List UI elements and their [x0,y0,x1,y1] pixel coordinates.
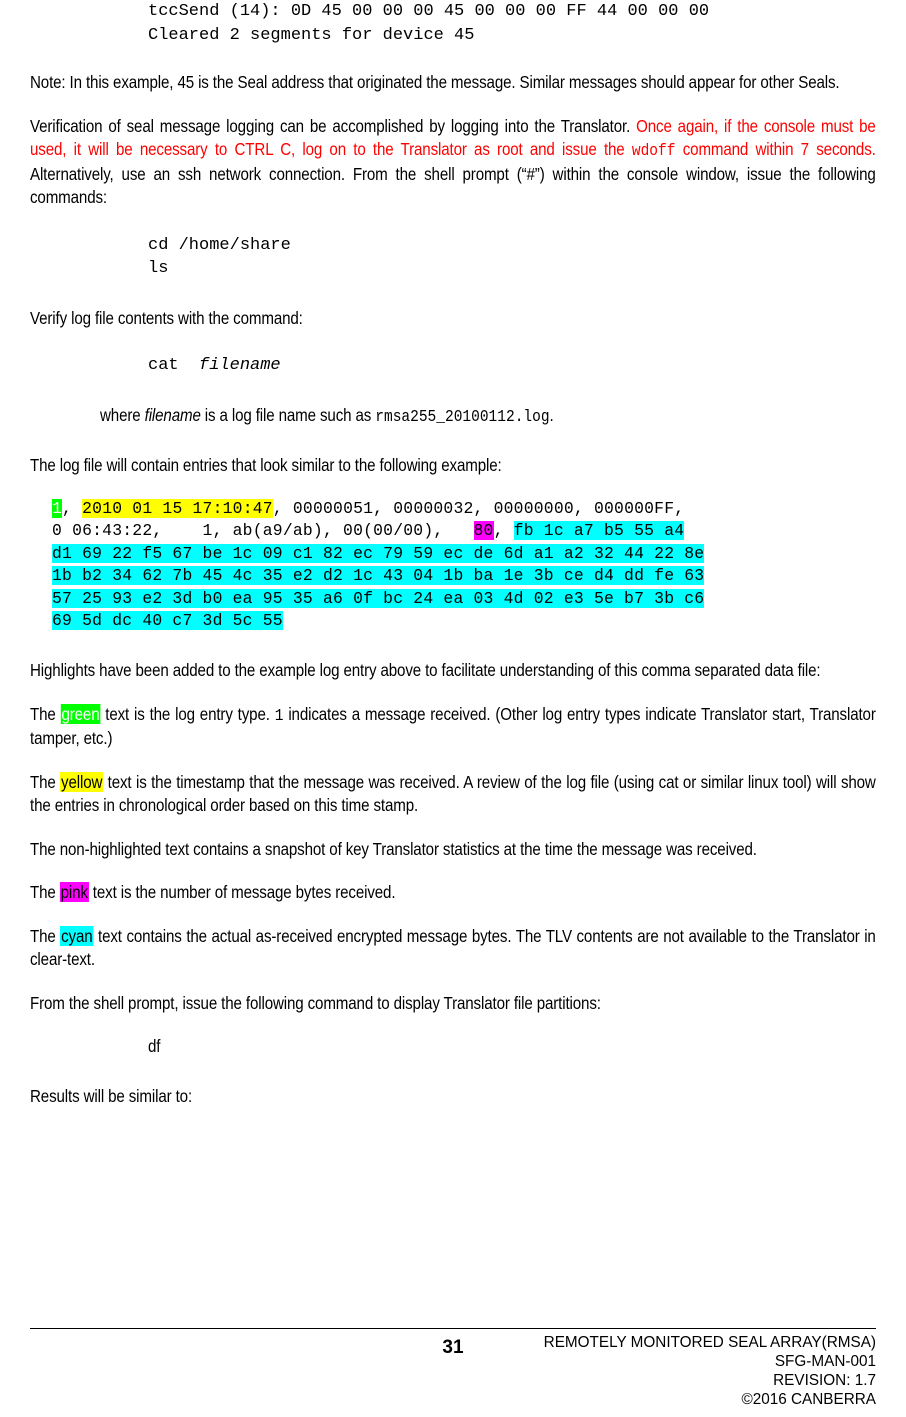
verification-red-text-2: command within 7 seconds. [675,139,876,159]
command-df: df [148,1036,161,1057]
where-pre: where [100,404,145,425]
footer-body: 31 REMOTELY MONITORED SEAL ARRAY(RMSA) S… [30,1333,876,1409]
footer-copyright: ©2016 CANBERRA [741,1391,876,1408]
wdoff-command-inline: wdoff [631,141,676,160]
pink-pre: The [30,882,60,903]
log-sep-2: , [493,521,514,541]
cyan-post: text contains the actual as-received enc… [30,925,876,970]
where-post: . [549,404,554,425]
paragraph-yellow: The yellow text is the timestamp that th… [30,771,876,818]
console-output-block: tccSend (14): 0D 45 00 00 00 45 00 00 00… [30,0,876,47]
paragraph-highlights-intro: Highlights have been added to the exampl… [30,660,821,681]
console-line-cleared: Cleared 2 segments for device 45 [148,25,475,45]
log-line-5: 57 25 93 e2 3d b0 ea 95 35 a6 0f bc 24 e… [52,588,876,611]
log-line-1: 1, 2010 01 15 17:10:47, 00000051, 000000… [52,498,876,521]
green-pre: The [30,703,61,724]
log-entry-type-highlight: 1 [52,498,63,518]
footer-divider [30,1328,876,1329]
pink-post: text is the number of message bytes rece… [88,882,396,903]
document-page: tccSend (14): 0D 45 00 00 00 45 00 00 00… [0,0,906,1417]
log-stats-line2: 0 06:43:22, 1, ab(a9/ab), 00(00/00), [52,521,474,541]
yellow-pre: The [30,771,61,792]
log-hex-line-3: 1b b2 34 62 7b 45 4c 35 e2 d2 1c 43 04 1… [52,566,705,586]
command-cd: cd /home/share [148,235,291,255]
log-line-6: 69 5d dc 40 c7 3d 5c 55 [52,610,876,633]
where-logfile-name: rmsa255_20100112.log [375,406,550,426]
verification-text-1: Verification of seal message logging can… [30,115,637,136]
yellow-keyword-highlight: yellow [60,771,104,792]
paragraph-pink: The pink text is the number of message b… [30,881,876,905]
footer-identification-block: REMOTELY MONITORED SEAL ARRAY(RMSA) SFG-… [544,1333,876,1409]
green-value-one: 1 [274,705,284,725]
log-hex-line-5: 69 5d dc 40 c7 3d 5c 55 [52,611,283,631]
pink-keyword-highlight: pink [59,882,89,903]
paragraph-nonhighlighted: The non-highlighted text contains a snap… [30,838,757,859]
command-block-cat: cat filename [30,354,876,378]
command-ls: ls [148,259,169,278]
verification-text-2: Alternatively, use an ssh network connec… [30,163,876,208]
footer-revision: REVISION: 1.7 [773,1372,876,1389]
command-block-df: df [30,1035,876,1059]
yellow-post: text is the timestamp that the message w… [30,771,876,816]
log-line-2: 0 06:43:22, 1, ab(a9/ab), 00(00/00), 80,… [52,520,876,543]
footer-doc-id: SFG-MAN-001 [774,1353,876,1370]
log-hex-line-2: d1 69 22 f5 67 be 1c 09 c1 82 ec 79 59 e… [52,543,705,563]
log-byte-count-highlight: 80 [473,521,494,541]
page-footer: 31 REMOTELY MONITORED SEAL ARRAY(RMSA) S… [30,1328,876,1409]
cyan-pre: The [30,925,61,946]
console-line-tccsend: tccSend (14): 0D 45 00 00 00 45 00 00 00… [148,2,710,21]
log-line-3: d1 69 22 f5 67 be 1c 09 c1 82 ec 79 59 e… [52,543,876,566]
log-sep-1: , [62,498,83,518]
green-keyword-highlight: green [60,703,101,724]
log-hex-line-4: 57 25 93 e2 3d b0 ea 95 35 a6 0f bc 24 e… [52,588,705,608]
paragraph-where-filename: where filename is a log file name such a… [100,404,876,429]
log-hex-line-1: fb 1c a7 b5 55 a4 [513,521,685,541]
log-timestamp-highlight: 2010 01 15 17:10:47 [82,498,273,518]
paragraph-df-intro: From the shell prompt, issue the followi… [30,992,601,1013]
green-post-1: text is the log entry type. [100,703,275,724]
paragraph-note: Note: In this example, 45 is the Seal ad… [30,72,840,92]
paragraph-verification: Verification of seal message logging can… [30,115,876,210]
paragraph-log-intro: The log file will contain entries that l… [30,455,502,475]
log-line-4: 1b b2 34 62 7b 45 4c 35 e2 d2 1c 43 04 1… [52,565,876,588]
command-cat: cat filename [148,354,876,378]
paragraph-green: The green text is the log entry type. 1 … [30,703,876,751]
paragraph-where-filename-wrap: where filename is a log file name such a… [30,404,876,429]
log-example-block: 1, 2010 01 15 17:10:47, 00000051, 000000… [30,498,876,634]
where-mid: is a log file name such as [200,404,376,425]
paragraph-cyan: The cyan text contains the actual as-rec… [30,925,876,972]
command-cat-filename-placeholder: filename [199,356,281,375]
log-stats-line1: , 00000051, 00000032, 00000000, 000000FF… [272,498,685,518]
cyan-keyword-highlight: cyan [60,925,94,946]
paragraph-results: Results will be similar to: [30,1085,193,1106]
footer-title: REMOTELY MONITORED SEAL ARRAY(RMSA) [543,1334,876,1351]
command-block-cd-ls: cd /home/share ls [30,234,876,281]
where-filename-italic: filename [144,404,201,425]
paragraph-verify-log: Verify log file contents with the comman… [30,307,303,328]
command-cat-keyword: cat [148,356,200,375]
